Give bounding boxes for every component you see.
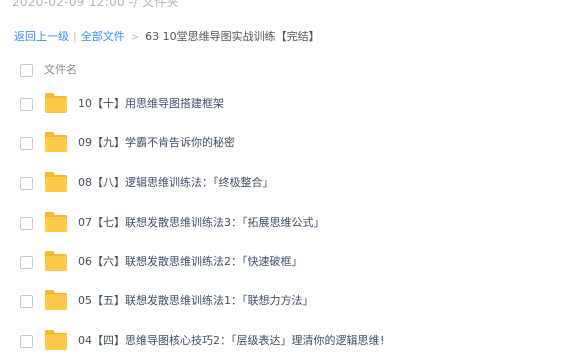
file-row[interactable]: 04【四】思维导图核心技巧2：「层级表达」理清你的逻辑思维！ bbox=[0, 324, 576, 356]
top-info-text: 2020-02-09 12:00 -/ 文件夹 bbox=[12, 0, 180, 9]
folder-icon bbox=[45, 212, 67, 232]
folder-icon bbox=[45, 290, 67, 310]
row-checkbox[interactable] bbox=[20, 217, 33, 230]
folder-icon bbox=[45, 132, 67, 152]
row-checkbox[interactable] bbox=[20, 335, 33, 348]
breadcrumb-separator: | bbox=[73, 30, 77, 43]
row-checkbox[interactable] bbox=[20, 177, 33, 190]
file-row[interactable]: 06【六】联想发散思维训练法2：「快速破框」 bbox=[0, 245, 576, 281]
file-row[interactable]: 07【七】联想发散思维训练法3：「拓展思维公式」 bbox=[0, 206, 576, 242]
back-link[interactable]: 返回上一级 bbox=[14, 30, 69, 43]
chevron-right-icon: > bbox=[130, 32, 140, 43]
current-folder-title: 63 10堂思维导图实战训练【完结】 bbox=[145, 30, 320, 43]
folder-icon bbox=[45, 251, 67, 271]
row-checkbox[interactable] bbox=[20, 98, 33, 111]
file-name[interactable]: 07【七】联想发散思维训练法3：「拓展思维公式」 bbox=[78, 215, 325, 231]
file-row[interactable]: 10【十】用思维导图搭建框架 bbox=[0, 87, 576, 123]
folder-icon bbox=[45, 172, 67, 192]
file-name[interactable]: 08【八】逻辑思维训练法：「终极整合」 bbox=[78, 175, 274, 191]
file-row[interactable]: 09【九】学霸不肯告诉你的秘密 bbox=[0, 126, 576, 162]
file-list-header: 文件名 bbox=[0, 58, 576, 82]
file-name[interactable]: 04【四】思维导图核心技巧2：「层级表达」理清你的逻辑思维！ bbox=[78, 333, 391, 349]
row-checkbox[interactable] bbox=[20, 256, 33, 269]
file-row[interactable]: 05【五】联想发散思维训练法1：「联想力方法」 bbox=[0, 284, 576, 320]
file-name[interactable]: 10【十】用思维导图搭建框架 bbox=[78, 96, 224, 112]
file-row[interactable]: 08【八】逻辑思维训练法：「终极整合」 bbox=[0, 166, 576, 202]
row-checkbox[interactable] bbox=[20, 137, 33, 150]
all-files-link[interactable]: 全部文件 bbox=[81, 30, 125, 43]
column-header-filename: 文件名 bbox=[44, 63, 77, 76]
file-name[interactable]: 09【九】学霸不肯告诉你的秘密 bbox=[78, 135, 235, 151]
folder-icon bbox=[45, 93, 67, 113]
select-all-checkbox[interactable] bbox=[20, 64, 33, 77]
breadcrumb: 返回上一级 | 全部文件 >63 10堂思维导图实战训练【完结】 bbox=[14, 29, 320, 45]
top-info-strip: 2020-02-09 12:00 -/ 文件夹 bbox=[0, 0, 576, 12]
file-name[interactable]: 06【六】联想发散思维训练法2：「快速破框」 bbox=[78, 254, 303, 270]
folder-icon bbox=[45, 330, 67, 350]
row-checkbox[interactable] bbox=[20, 295, 33, 308]
file-name[interactable]: 05【五】联想发散思维训练法1：「联想力方法」 bbox=[78, 293, 314, 309]
